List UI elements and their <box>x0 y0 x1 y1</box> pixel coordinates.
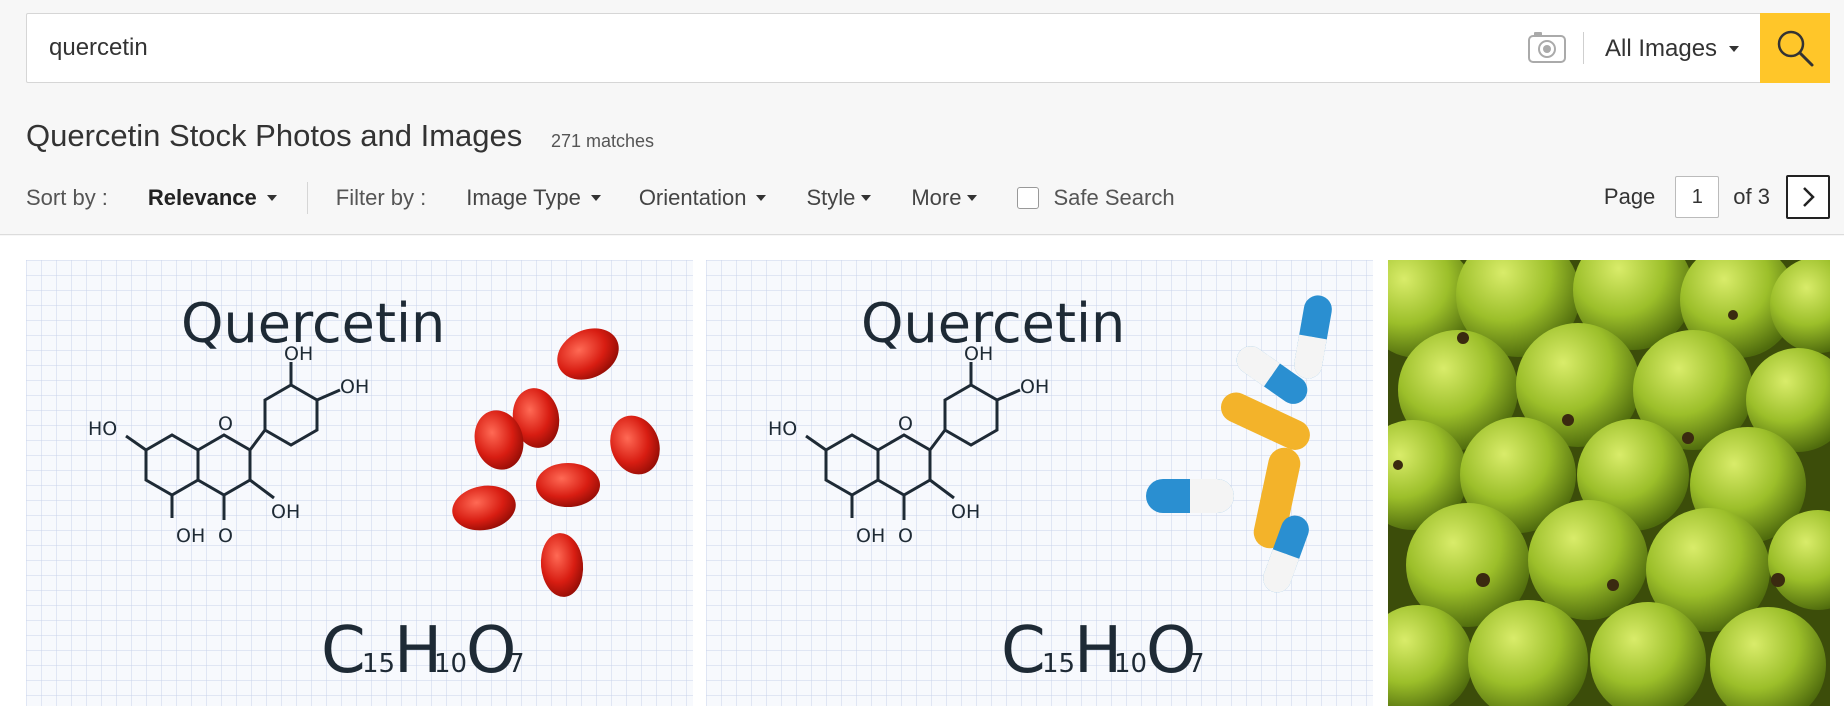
image-scope-dropdown[interactable]: All Images <box>1605 32 1740 66</box>
filter-label: Filter by : <box>335 185 427 210</box>
chemical-formula: C 15 H 10 O 7 <box>1001 614 1205 688</box>
image-type-label: Image Type <box>466 185 581 210</box>
chevron-right-icon <box>1803 187 1815 207</box>
hydroxyl-label: OH <box>856 525 885 547</box>
page-number-input[interactable] <box>1675 176 1720 218</box>
caret-down-icon <box>590 195 601 201</box>
formula-part: 10 <box>1114 649 1147 679</box>
formula-part: 15 <box>1042 649 1075 679</box>
hydroxyl-label: OH <box>284 343 313 365</box>
hydroxyl-label: OH <box>176 525 205 547</box>
result-image-quercetin-capsules[interactable]: Quercetin OH OH HO OH OH O O C 15 H 10 O… <box>26 260 693 706</box>
search-divider <box>1583 32 1584 64</box>
orientation-filter[interactable]: Orientation <box>639 185 767 211</box>
caret-down-icon <box>1729 46 1740 52</box>
image-results-grid: Quercetin OH OH HO OH OH O O C 15 H 10 O… <box>0 236 1844 713</box>
oxygen-label: O <box>898 413 913 435</box>
camera-icon[interactable] <box>1522 28 1572 68</box>
orientation-label: Orientation <box>638 185 747 210</box>
sort-dropdown[interactable]: Relevance <box>148 185 277 211</box>
caret-down-icon <box>756 195 767 201</box>
sort-value: Relevance <box>147 185 257 210</box>
style-filter[interactable]: Style <box>806 185 872 211</box>
pagination: Page of 3 <box>1604 175 1830 219</box>
more-filter[interactable]: More <box>911 185 978 211</box>
formula-part: 7 <box>508 649 525 679</box>
search-header: All Images Quercetin Stock Photos and Im… <box>0 0 1844 235</box>
formula-part: 7 <box>1188 649 1205 679</box>
search-input[interactable] <box>27 14 1497 82</box>
image-type-filter[interactable]: Image Type <box>466 185 601 211</box>
page-title: Quercetin Stock Photos and Images <box>26 118 523 153</box>
image-scope-label: All Images <box>1605 35 1718 62</box>
caret-down-icon <box>967 195 978 201</box>
caret-down-icon <box>861 195 872 201</box>
result-image-guavas[interactable] <box>1388 260 1830 706</box>
hydroxyl-label: HO <box>88 418 117 440</box>
result-image-quercetin-pills[interactable]: Quercetin OH OH HO OH OH O O C 15 H 10 O… <box>706 260 1373 706</box>
filter-bar: Sort by : Relevance Filter by : Image Ty… <box>26 178 1175 218</box>
safe-search-checkbox[interactable] <box>1017 187 1040 209</box>
sort-label: Sort by : <box>26 185 108 210</box>
formula-part: C <box>321 614 366 688</box>
caret-down-icon <box>266 195 277 201</box>
safe-search-label: Safe Search <box>1053 185 1175 210</box>
search-icon <box>1777 30 1814 67</box>
more-label: More <box>911 185 962 210</box>
formula-part: 15 <box>362 649 395 679</box>
hydroxyl-label: HO <box>768 418 797 440</box>
hydroxyl-label: OH <box>964 343 993 365</box>
match-count: 271 matches <box>551 131 655 151</box>
formula-part: 10 <box>434 649 467 679</box>
oxygen-label: O <box>218 525 233 547</box>
search-bar: All Images <box>26 13 1830 83</box>
search-button[interactable] <box>1760 13 1830 83</box>
next-page-button[interactable] <box>1786 175 1830 219</box>
hydroxyl-label: OH <box>951 501 980 523</box>
page-total: of 3 <box>1733 184 1770 209</box>
oxygen-label: O <box>218 413 233 435</box>
formula-part: C <box>1001 614 1046 688</box>
filter-divider <box>306 182 308 214</box>
oxygen-label: O <box>898 525 913 547</box>
style-label: Style <box>806 185 856 210</box>
hydroxyl-label: OH <box>1020 376 1049 398</box>
hydroxyl-label: OH <box>271 501 300 523</box>
guava-fruits <box>1388 260 1830 706</box>
page-label: Page <box>1603 184 1656 209</box>
chemical-formula: C 15 H 10 O 7 <box>321 614 525 688</box>
hydroxyl-label: OH <box>340 376 369 398</box>
